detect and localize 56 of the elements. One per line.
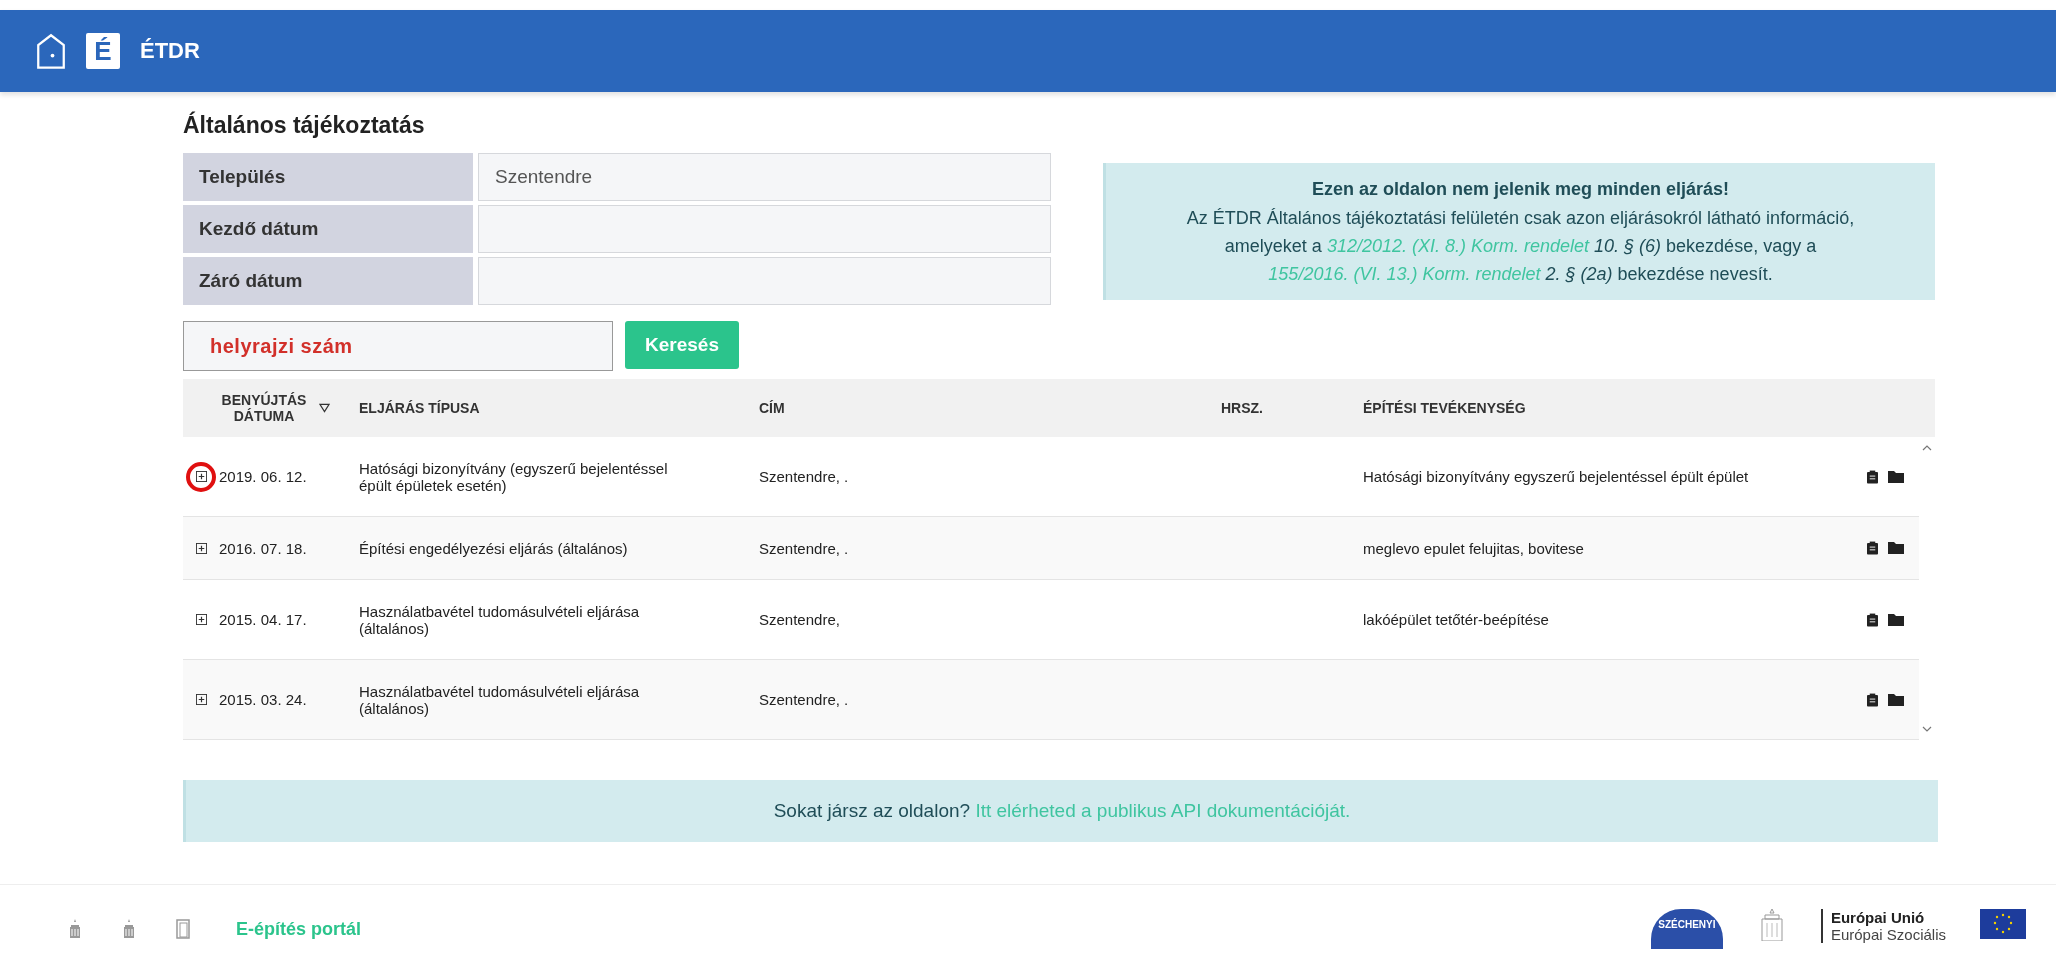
plus-square-icon[interactable] [195,542,207,554]
eu-flag-icon [1980,909,2026,939]
plus-square-icon[interactable] [195,614,207,625]
clipboard-icon[interactable] [1867,541,1878,555]
house-icon[interactable] [36,32,66,70]
table-cell-text: Hatósági bizonyítvány (egyszerű bejelentéssel épült épületek esetén) [359,459,669,494]
eu-subtitle: Európai Szociális [1830,926,1946,943]
folder-icon[interactable] [1888,693,1904,706]
field-label: Kezdő dátum [183,205,473,253]
banner-text: Sokat jársz az oldalon? Itt elérheted a publikus API dokumentációját. [773,800,1351,822]
column-header[interactable]: CÍM [759,400,785,416]
clipboard-icon[interactable] [1867,469,1878,484]
table-cell: Szentendre, . [759,468,849,485]
table-cell: 2019. 06. 12. [219,468,307,485]
clipboard-icon[interactable] [1867,612,1878,627]
clipboard-icon[interactable] [1867,692,1878,707]
building-icon[interactable] [122,919,136,939]
input-field[interactable]: Szentendre [478,153,1051,201]
folder-icon[interactable] [1888,613,1904,626]
page-title: Általános tájékoztatás [183,112,426,139]
logo-tile[interactable]: É [86,33,120,69]
building-icon[interactable] [68,919,82,939]
table-cell: Hatósági bizonyítvány egyszerű bejelentéssel épült épület [1363,468,1749,485]
notice-heading: Ezen az oldalon nem jelenik meg minden eljárás! [1310,179,1731,200]
field-label: Záró dátum [183,257,473,305]
table-cell: 2016. 07. 18. [219,539,307,557]
notice-text: Az ÉTDR Általános tájékoztatási felületén csak azon eljárásokról látható információ, amelyeket a 312/2012. (XI. 8.) Korm. rendelet 10. § (6) bekezdése, vagy a 155/2016. (VI. 13.) Korm. rendelet 2. § (2a) bekezdése nevesít. [1185,207,1856,286]
search-field[interactable]: helyrajzi szám [183,321,613,371]
scroll-up-icon[interactable] [1922,445,1932,451]
plus-square-icon[interactable] [195,471,207,482]
eu-title: Európai Unió [1830,909,1926,926]
sort-triangle-icon[interactable] [319,403,330,413]
column-header[interactable]: HRSZ. [1221,400,1263,416]
table-cell: Szentendre, . [759,691,849,708]
input-field[interactable] [478,205,1051,253]
program-seal: SZÉCHENYI [1650,909,1723,949]
field-label: Település [183,153,473,201]
table-cell-text: Használatbavétel tudomásulvételi eljárása (általános) [359,682,641,717]
input-field[interactable] [478,257,1051,305]
table-cell: Szentendre, . [759,539,849,557]
table-cell-text: Használatbavétel tudomásulvételi eljárása (általános) [359,602,641,637]
expand-button[interactable] [186,461,216,492]
plus-square-icon[interactable] [195,694,207,705]
column-header[interactable]: ELJÁRÁS TÍPUSA [359,399,699,417]
column-header[interactable]: BENYÚJTÁS DÁTUMA [219,392,309,424]
table-cell: 2015. 04. 17. [219,611,307,628]
table-cell-text: Építési engedélyezési eljárás (általános) [359,539,629,557]
table-cell: 2015. 03. 24. [219,691,307,708]
app-title: ÉTDR [140,38,200,64]
table-cell: Szentendre, [759,611,840,628]
folder-icon[interactable] [1888,470,1904,483]
column-header[interactable]: ÉPÍTÉSI TEVÉKENYSÉG [1363,400,1526,416]
scroll-down-icon[interactable] [1922,726,1932,732]
folder-icon[interactable] [1888,542,1904,554]
table-cell: lakóépület tetőtér-beépítése [1363,611,1549,628]
table-cell: meglevo epulet felujitas, bovitese [1363,539,1584,557]
